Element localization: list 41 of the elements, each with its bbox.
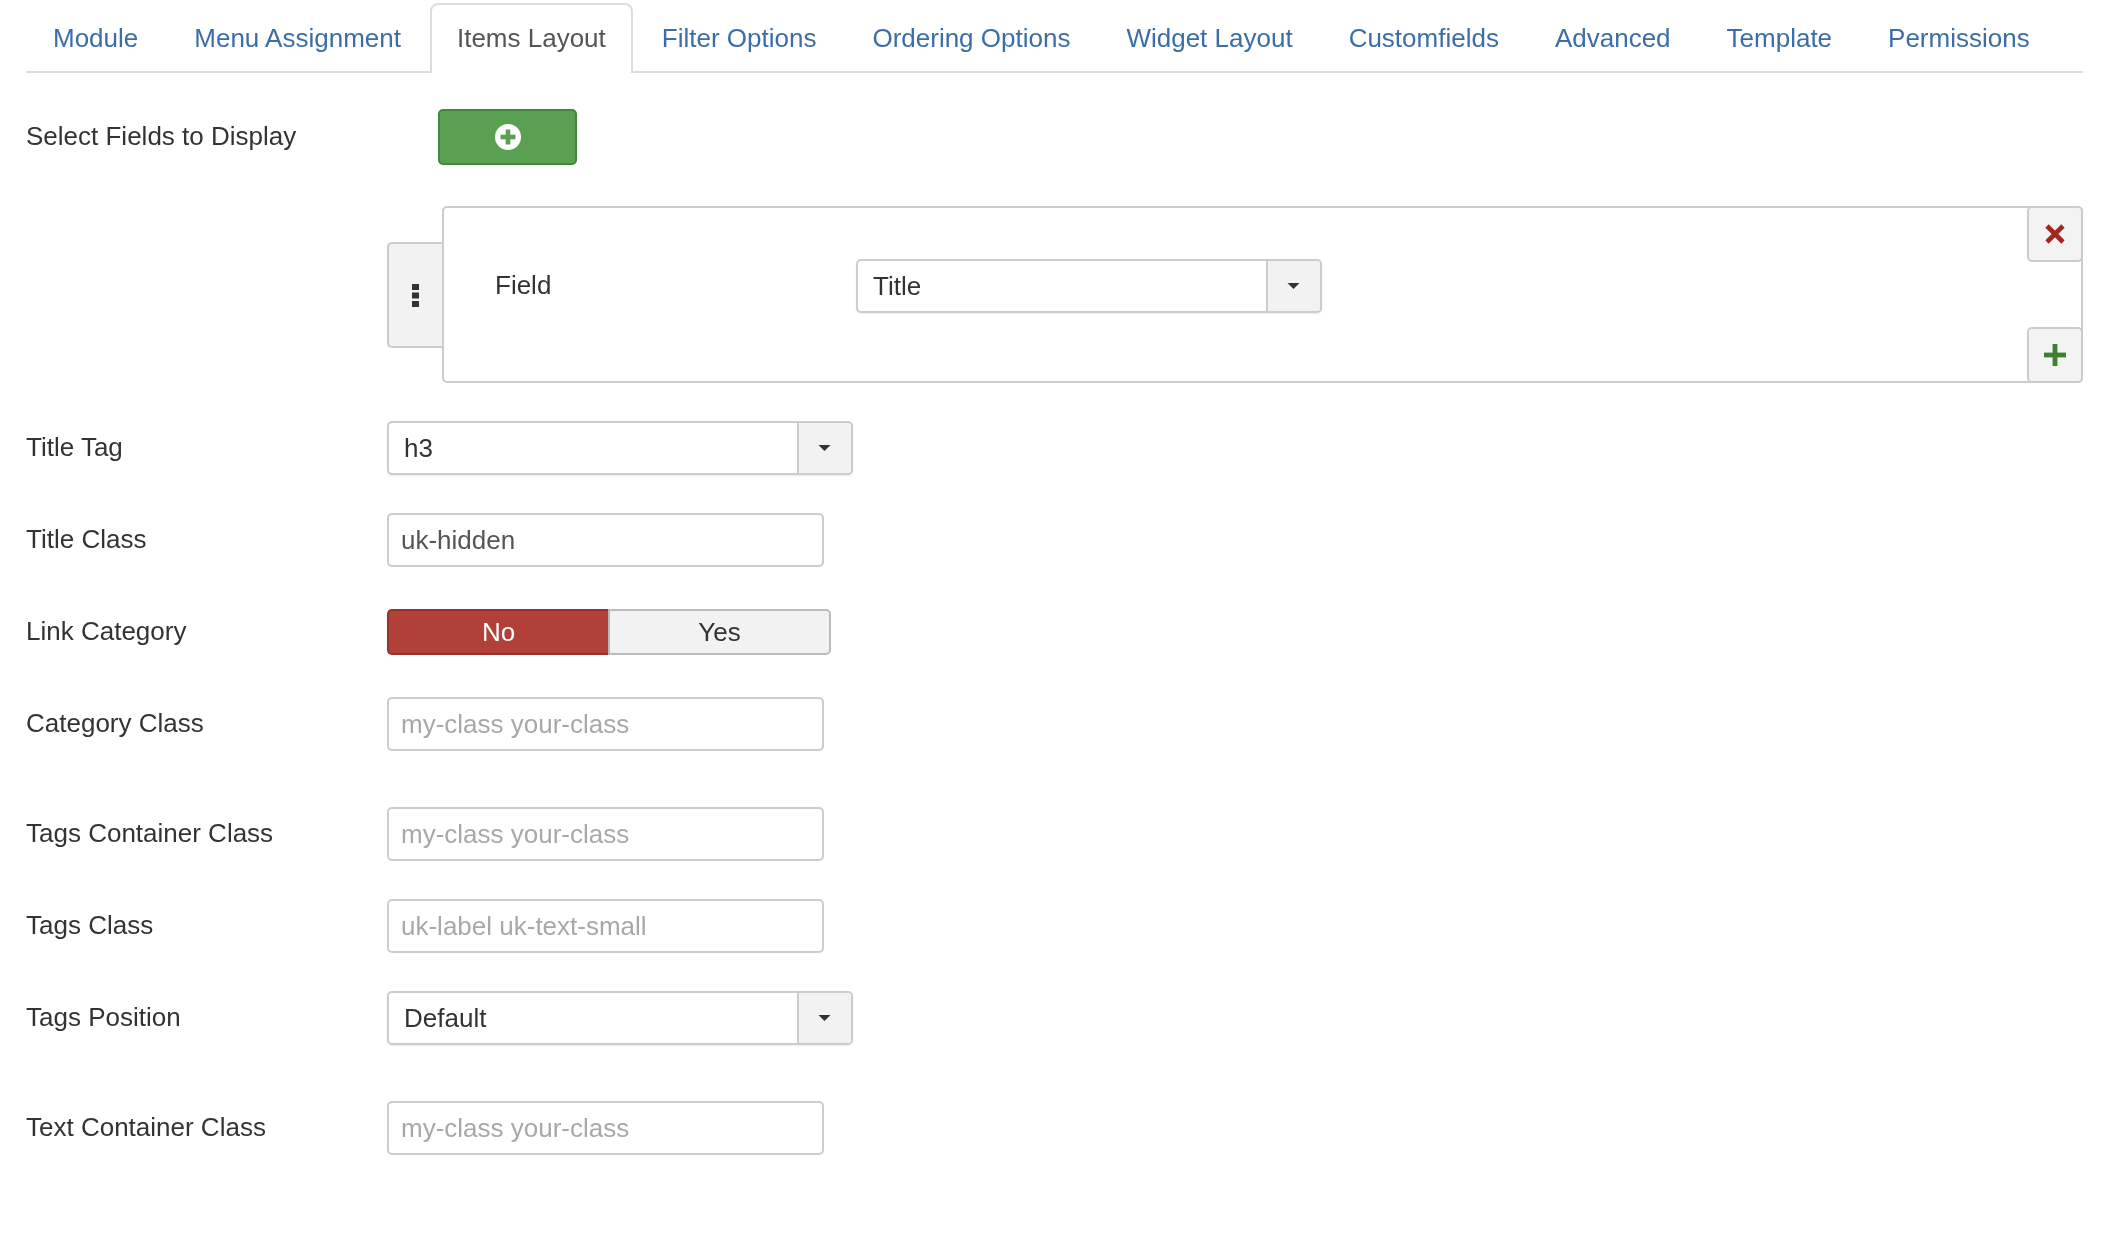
field-label: Tags Container Class: [26, 818, 275, 850]
tab[interactable]: Menu Assignment: [167, 3, 428, 73]
remove-button[interactable]: [2027, 206, 2083, 262]
plus-circle-icon: [494, 124, 521, 150]
field-label: Tags Class: [26, 910, 155, 942]
tab[interactable]: Advanced: [1527, 3, 1698, 73]
field-label: Link Category: [26, 616, 188, 648]
field-label: Field: [495, 270, 553, 302]
field-label: Title Tag: [26, 432, 124, 464]
field-label: Select Fields to Display: [26, 121, 298, 153]
dropdown[interactable]: Title: [856, 259, 1322, 313]
text-field[interactable]: uk-hidden: [387, 513, 824, 567]
text-field[interactable]: uk-label uk-text-small: [387, 899, 824, 953]
plus-icon: [2044, 344, 2066, 366]
caret-icon: [797, 423, 851, 473]
vertical-dots-icon: [412, 283, 419, 307]
tab[interactable]: Filter Options: [634, 3, 844, 73]
tab[interactable]: Permissions: [1861, 3, 2057, 73]
toggle-button[interactable]: No: [387, 609, 608, 655]
tab[interactable]: Customfields: [1321, 3, 1526, 73]
drag-handle[interactable]: [387, 242, 442, 348]
tab[interactable]: Widget Layout: [1099, 3, 1320, 73]
caret-icon: [797, 993, 851, 1043]
text-field[interactable]: my-class your-class: [387, 807, 824, 861]
field-label: Title Class: [26, 524, 148, 556]
field-label: Tags Position: [26, 1002, 182, 1034]
add-row-button[interactable]: [2027, 327, 2083, 383]
tab[interactable]: Module: [26, 3, 166, 73]
toggle-button[interactable]: Yes: [608, 609, 831, 655]
dropdown[interactable]: h3: [387, 421, 853, 475]
text-field[interactable]: my-class your-class: [387, 1101, 824, 1155]
tab[interactable]: Ordering Options: [845, 3, 1098, 73]
tab[interactable]: Items Layout: [429, 3, 633, 73]
tab[interactable]: Template: [1699, 3, 1860, 73]
dropdown[interactable]: Default: [387, 991, 853, 1045]
add-button[interactable]: [438, 109, 577, 165]
caret-icon: [1266, 261, 1320, 311]
field-label: Category Class: [26, 708, 205, 740]
text-field[interactable]: my-class your-class: [387, 697, 824, 751]
close-icon: [2043, 222, 2067, 246]
field-label: Text Container Class: [26, 1112, 267, 1144]
